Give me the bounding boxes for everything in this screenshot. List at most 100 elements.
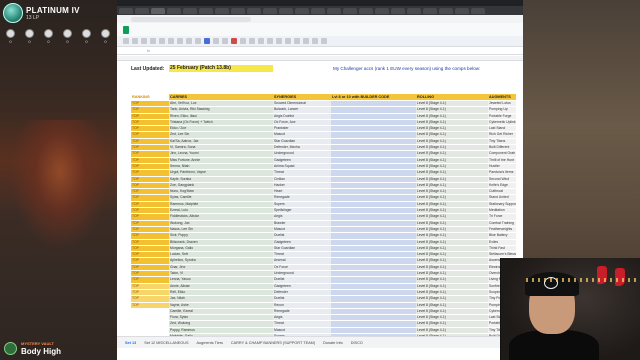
builder-code-cell[interactable] xyxy=(331,214,416,220)
carries-cell[interactable]: Ahri, Vel'Koz, Lux xyxy=(169,101,273,107)
synergies-cell[interactable]: Defender, Mecha xyxy=(273,145,331,151)
rolling-cell[interactable]: Level 8 (Stage 4-1) xyxy=(416,302,488,308)
browser-tab[interactable] xyxy=(407,7,421,14)
rolling-cell[interactable]: Level 8 (Stage 4-1) xyxy=(416,101,488,107)
carries-cell[interactable]: Sivir, Poppy xyxy=(169,233,273,239)
builder-code-cell[interactable] xyxy=(331,226,416,233)
builder-code-cell[interactable] xyxy=(331,327,416,333)
synergies-cell[interactable]: Star Guardian xyxy=(273,245,331,252)
synergies-cell[interactable]: Bulwark, Lancer xyxy=(273,107,331,113)
carries-cell[interactable]: Miss Fortune, Annie xyxy=(169,157,273,163)
rank-cell[interactable]: TOP xyxy=(131,170,169,176)
carries-cell[interactable]: Morgana, Galio xyxy=(169,245,273,252)
functions-icon[interactable] xyxy=(321,38,327,44)
wrap-icon[interactable] xyxy=(276,38,282,44)
augments-cell[interactable]: Cybernetic Uplink xyxy=(488,119,516,126)
builder-code-cell[interactable] xyxy=(331,126,416,132)
builder-code-cell[interactable] xyxy=(331,157,416,163)
browser-tab[interactable] xyxy=(183,7,197,14)
rolling-cell[interactable]: Level 8 (Stage 4-1) xyxy=(416,176,488,182)
builder-code-cell[interactable] xyxy=(331,201,416,208)
currency-icon[interactable] xyxy=(168,38,174,44)
builder-code-cell[interactable] xyxy=(331,245,416,252)
builder-code-cell[interactable] xyxy=(331,113,416,119)
browser-tab[interactable] xyxy=(279,7,293,14)
rolling-cell[interactable]: Level 8 (Stage 4-1) xyxy=(416,245,488,252)
builder-code-cell[interactable] xyxy=(331,271,416,277)
rank-cell[interactable]: TOP xyxy=(131,208,169,214)
font-size-select[interactable] xyxy=(195,38,201,44)
rolling-cell[interactable]: Level 8 (Stage 4-1) xyxy=(416,277,488,283)
browser-tab[interactable] xyxy=(135,7,149,14)
header-rolling[interactable]: ROLLING xyxy=(416,94,488,100)
browser-tab[interactable] xyxy=(455,7,469,14)
rank-cell[interactable]: TOP xyxy=(131,201,169,208)
rank-cell[interactable]: TOP xyxy=(131,119,169,126)
builder-code-cell[interactable] xyxy=(331,176,416,182)
synergies-cell[interactable]: Mascot xyxy=(273,327,331,333)
rolling-cell[interactable]: Level 8 (Stage 4-1) xyxy=(416,283,488,289)
browser-tab[interactable] xyxy=(295,7,309,14)
builder-code-cell[interactable] xyxy=(331,315,416,321)
last-updated-value[interactable]: 25 February (Patch 13.8b) xyxy=(169,65,273,72)
augments-cell[interactable]: Pandora's Items xyxy=(488,170,516,176)
rolling-cell[interactable]: Level 8 (Stage 4-1) xyxy=(416,264,488,271)
rank-cell[interactable]: TOP xyxy=(131,132,169,138)
carries-cell[interactable]: Vi, Samira, Sona xyxy=(169,145,273,151)
sheets-logo-icon[interactable] xyxy=(123,25,129,34)
synergies-cell[interactable]: Underground xyxy=(273,271,331,277)
rolling-cell[interactable]: Level 8 (Stage 4-1) xyxy=(416,182,488,189)
carries-cell[interactable]: Blitzcrank, Draven xyxy=(169,239,273,245)
column-headers[interactable] xyxy=(117,56,523,61)
builder-code-cell[interactable] xyxy=(331,252,416,258)
rolling-cell[interactable]: Level 8 (Stage 4-1) xyxy=(416,189,488,195)
rank-cell[interactable]: TOP xyxy=(131,271,169,277)
builder-code-cell[interactable] xyxy=(331,189,416,195)
rolling-cell[interactable]: Level 8 (Stage 4-1) xyxy=(416,157,488,163)
augments-cell[interactable]: Cutthroat xyxy=(488,189,516,195)
sheet-tab[interactable]: DISCO xyxy=(351,341,363,345)
synergies-cell[interactable]: Gadgeteen xyxy=(273,283,331,289)
augments-cell[interactable]: Tri Force xyxy=(488,214,516,220)
carries-cell[interactable]: Rammus, Malphite xyxy=(169,201,273,208)
rank-cell[interactable] xyxy=(131,315,169,321)
rolling-cell[interactable]: Level 8 (Stage 4-1) xyxy=(416,308,488,315)
chart-icon[interactable] xyxy=(303,38,309,44)
carries-cell[interactable]: Camille, Ezreal xyxy=(169,308,273,315)
merge-icon[interactable] xyxy=(258,38,264,44)
carries-cell[interactable]: Urgot, Pantheon, Vayne xyxy=(169,170,273,176)
header-carries[interactable]: CARRIES xyxy=(169,94,273,100)
browser-tab[interactable] xyxy=(231,7,245,14)
browser-tab[interactable] xyxy=(215,7,229,14)
rank-cell[interactable]: TOP xyxy=(131,220,169,226)
carries-cell[interactable]: Vayne, Ashe xyxy=(169,302,273,308)
rank-cell[interactable]: TOP xyxy=(131,302,169,308)
filter-icon[interactable] xyxy=(312,38,318,44)
carries-cell[interactable]: Fiora, Sylas xyxy=(169,315,273,321)
rolling-cell[interactable]: Level 8 (Stage 4-1) xyxy=(416,271,488,277)
carries-cell[interactable]: Nasus, Lee Sin xyxy=(169,226,273,233)
rank-cell[interactable] xyxy=(131,327,169,333)
rolling-cell[interactable]: Level 8 (Stage 4-1) xyxy=(416,220,488,226)
builder-code-cell[interactable] xyxy=(331,308,416,315)
percent-icon[interactable] xyxy=(177,38,183,44)
rolling-cell[interactable]: Level 8 (Stage 4-1) xyxy=(416,163,488,170)
browser-tab[interactable] xyxy=(311,7,325,14)
builder-code-cell[interactable] xyxy=(331,107,416,113)
augments-cell[interactable]: Stand United xyxy=(488,195,516,201)
rolling-cell[interactable]: Level 8 (Stage 4-1) xyxy=(416,315,488,321)
carries-cell[interactable]: Jinx, Leona, Yuumi xyxy=(169,151,273,157)
augments-cell[interactable]: Tiny Titans xyxy=(488,138,516,145)
rank-cell[interactable]: TOP xyxy=(131,283,169,289)
carries-cell[interactable]: Leona, Yasuo xyxy=(169,277,273,283)
sheet-grid[interactable]: Last Updated: 25 February (Patch 13.8b) … xyxy=(117,56,523,348)
synergies-cell[interactable]: Ox Force, Ace xyxy=(273,119,331,126)
rolling-cell[interactable]: Level 8 (Stage 4-1) xyxy=(416,195,488,201)
print-icon[interactable] xyxy=(141,38,147,44)
rank-cell[interactable]: TOP xyxy=(131,113,169,119)
browser-tab[interactable] xyxy=(119,7,133,14)
rolling-cell[interactable]: Level 8 (Stage 4-1) xyxy=(416,214,488,220)
synergies-cell[interactable]: Hacker xyxy=(273,182,331,189)
augments-cell[interactable]: Exiles xyxy=(488,239,516,245)
synergies-cell[interactable]: Renegade xyxy=(273,308,331,315)
